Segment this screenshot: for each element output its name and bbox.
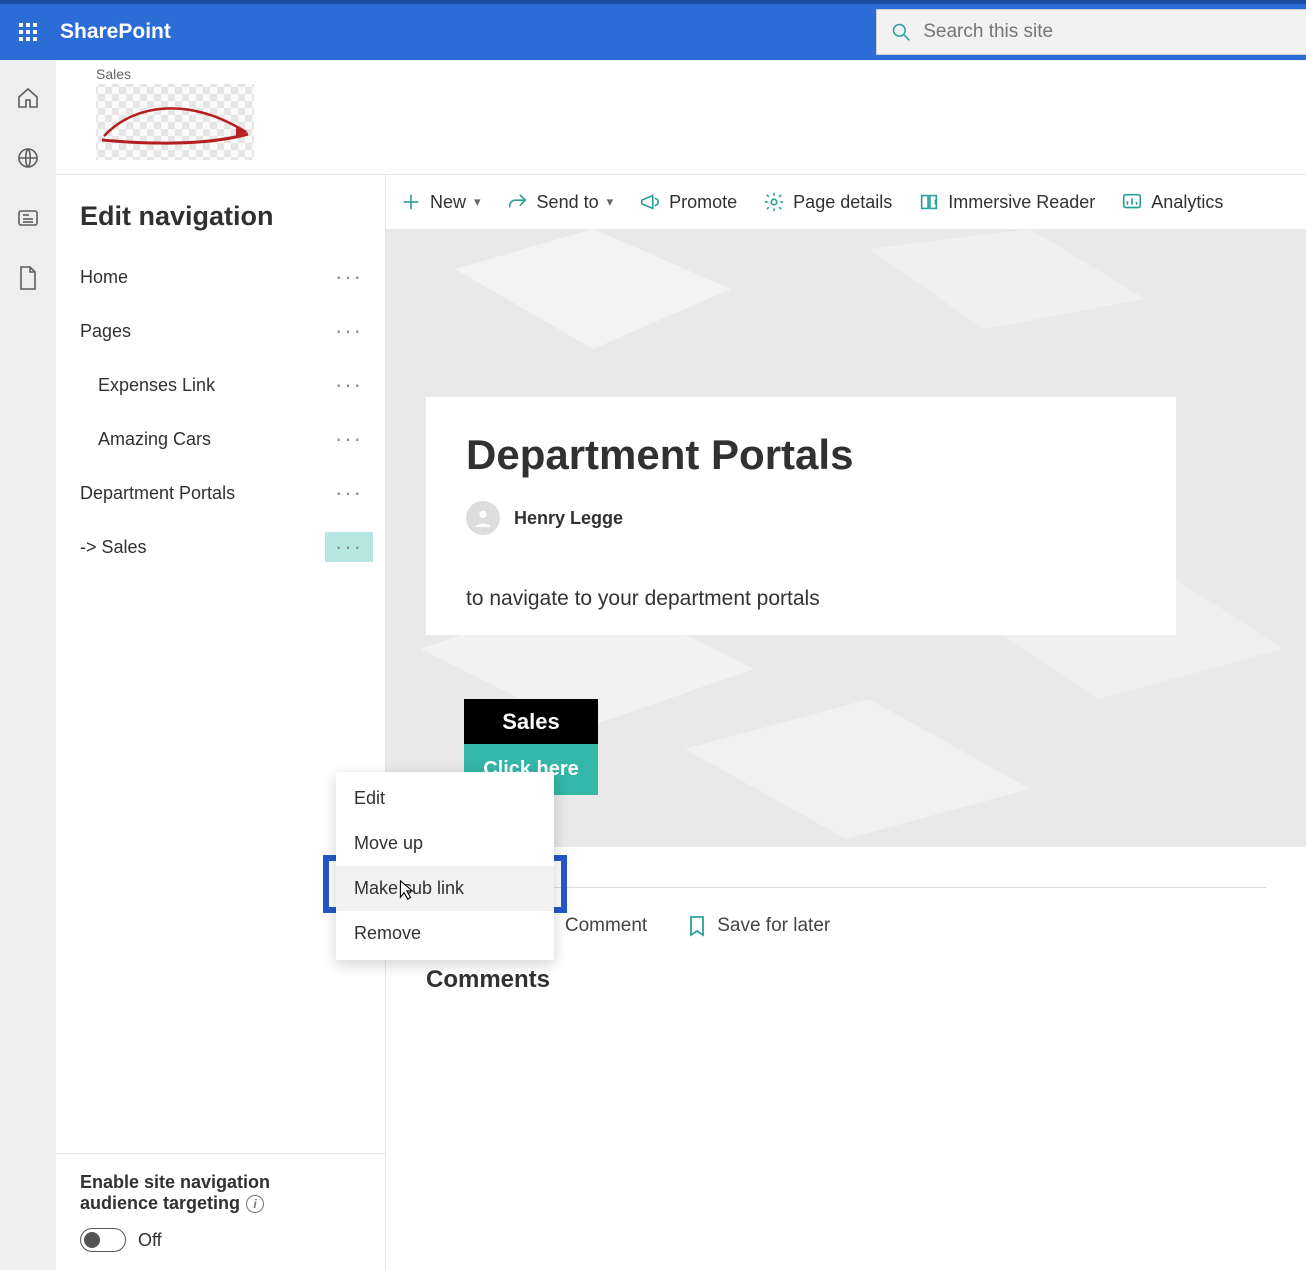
nav-item-expenses-link[interactable]: Expenses Link ··· bbox=[56, 358, 385, 412]
search-box[interactable] bbox=[876, 9, 1306, 55]
nav-item-pages[interactable]: Pages ··· bbox=[56, 304, 385, 358]
avatar[interactable] bbox=[466, 501, 500, 535]
ctx-move-up[interactable]: Move up bbox=[336, 821, 554, 866]
nav-item-label: Expenses Link bbox=[98, 375, 215, 396]
nav-item-label: -> Sales bbox=[80, 537, 147, 558]
site-logo[interactable] bbox=[96, 84, 254, 160]
file-icon bbox=[17, 265, 39, 291]
toggle-state-label: Off bbox=[138, 1230, 162, 1251]
ctx-remove[interactable]: Remove bbox=[336, 911, 554, 956]
nav-item-sales[interactable]: -> Sales ··· bbox=[56, 520, 385, 574]
chevron-down-icon: ▾ bbox=[607, 194, 614, 210]
suite-bar: SharePoint bbox=[0, 0, 1306, 60]
cmd-page-details[interactable]: Page details bbox=[763, 191, 892, 213]
nav-list: Home ··· Pages ··· Expenses Link ··· Ama… bbox=[56, 250, 385, 1153]
tile-caption: Sales bbox=[464, 699, 598, 745]
news-icon bbox=[16, 206, 40, 230]
plus-icon bbox=[400, 191, 422, 213]
more-icon[interactable]: ··· bbox=[325, 424, 373, 454]
ctx-edit[interactable]: Edit bbox=[336, 776, 554, 821]
cmd-promote[interactable]: Promote bbox=[639, 191, 737, 213]
brand-label[interactable]: SharePoint bbox=[56, 20, 171, 44]
cmd-new-label: New bbox=[430, 192, 466, 213]
info-icon[interactable]: i bbox=[246, 1195, 264, 1213]
audience-targeting-label-2: audience targeting i bbox=[80, 1193, 361, 1214]
search-icon bbox=[891, 21, 911, 43]
toggle-thumb bbox=[84, 1232, 100, 1248]
page-title: Department Portals bbox=[466, 431, 1136, 479]
page-description: to navigate to your department portals bbox=[466, 587, 1136, 611]
cmd-analytics-label: Analytics bbox=[1151, 192, 1223, 213]
site-breadcrumb[interactable]: Sales bbox=[96, 66, 1288, 82]
megaphone-icon bbox=[639, 191, 661, 213]
home-icon bbox=[16, 86, 40, 110]
content-row: Edit navigation Home ··· Pages ··· Expen… bbox=[56, 175, 1306, 1270]
gear-icon bbox=[763, 191, 785, 213]
nav-item-label: Home bbox=[80, 267, 128, 288]
audience-targeting-text: audience targeting bbox=[80, 1193, 240, 1214]
left-rail bbox=[0, 60, 56, 1270]
author-name[interactable]: Henry Legge bbox=[514, 508, 623, 529]
car-logo-icon bbox=[96, 84, 254, 160]
nav-item-label: Pages bbox=[80, 321, 131, 342]
edit-navigation-title: Edit navigation bbox=[56, 201, 385, 250]
page-title-card: Department Portals Henry Legge to naviga… bbox=[426, 397, 1176, 635]
cmd-new[interactable]: New ▾ bbox=[400, 191, 481, 213]
nav-item-home[interactable]: Home ··· bbox=[56, 250, 385, 304]
nav-item-label: Department Portals bbox=[80, 483, 235, 504]
cmd-immersive-label: Immersive Reader bbox=[948, 192, 1095, 213]
nav-item-department-portals[interactable]: Department Portals ··· bbox=[56, 466, 385, 520]
app-launcher-button[interactable] bbox=[0, 4, 56, 60]
analytics-icon bbox=[1121, 191, 1143, 213]
rail-files-button[interactable] bbox=[14, 264, 42, 292]
more-icon[interactable]: ··· bbox=[325, 478, 373, 508]
rail-sites-button[interactable] bbox=[14, 144, 42, 172]
more-icon[interactable]: ··· bbox=[325, 262, 373, 292]
nav-footer: Enable site navigation audience targetin… bbox=[56, 1153, 385, 1270]
chevron-down-icon: ▾ bbox=[474, 194, 481, 210]
more-icon[interactable]: ··· bbox=[325, 316, 373, 346]
rail-news-button[interactable] bbox=[14, 204, 42, 232]
site-header: Sales bbox=[56, 60, 1306, 175]
ctx-make-sub-link[interactable]: Make sub link bbox=[336, 866, 554, 911]
more-icon[interactable]: ··· bbox=[325, 532, 373, 562]
cmd-sendto-label: Send to bbox=[537, 192, 599, 213]
main-column: New ▾ Send to ▾ Promote Page detail bbox=[386, 175, 1306, 1270]
author-row: Henry Legge bbox=[466, 501, 1136, 535]
reader-icon bbox=[918, 191, 940, 213]
toggle-track bbox=[80, 1228, 126, 1252]
audience-targeting-label-1: Enable site navigation bbox=[80, 1172, 361, 1193]
hero-banner: Department Portals Henry Legge to naviga… bbox=[386, 229, 1306, 847]
audience-targeting-toggle[interactable]: Off bbox=[80, 1228, 361, 1252]
cmd-immersive-reader[interactable]: Immersive Reader bbox=[918, 191, 1095, 213]
edit-navigation-pane: Edit navigation Home ··· Pages ··· Expen… bbox=[56, 175, 386, 1270]
nav-item-label: Amazing Cars bbox=[98, 429, 211, 450]
person-icon bbox=[472, 507, 494, 529]
globe-icon bbox=[16, 146, 40, 170]
nav-item-context-menu: Edit Move up Make sub link Remove bbox=[336, 772, 554, 960]
search-input[interactable] bbox=[923, 21, 1292, 43]
cmd-analytics[interactable]: Analytics bbox=[1121, 191, 1223, 213]
cmd-pagedetails-label: Page details bbox=[793, 192, 892, 213]
cmd-promote-label: Promote bbox=[669, 192, 737, 213]
rail-home-button[interactable] bbox=[14, 84, 42, 112]
comment-label: Comment bbox=[565, 915, 647, 937]
share-icon bbox=[507, 191, 529, 213]
more-icon[interactable]: ··· bbox=[325, 370, 373, 400]
shell: Sales Edit navigation Home ··· bbox=[0, 60, 1306, 1270]
cmd-send-to[interactable]: Send to ▾ bbox=[507, 191, 614, 213]
bookmark-icon bbox=[687, 914, 707, 938]
waffle-icon bbox=[18, 22, 38, 42]
nav-item-amazing-cars[interactable]: Amazing Cars ··· bbox=[56, 412, 385, 466]
page-column: Sales Edit navigation Home ··· bbox=[56, 60, 1306, 1270]
save-label: Save for later bbox=[717, 915, 830, 937]
command-bar: New ▾ Send to ▾ Promote Page detail bbox=[386, 175, 1306, 229]
save-button[interactable]: Save for later bbox=[687, 914, 830, 938]
search-wrap bbox=[876, 9, 1306, 55]
